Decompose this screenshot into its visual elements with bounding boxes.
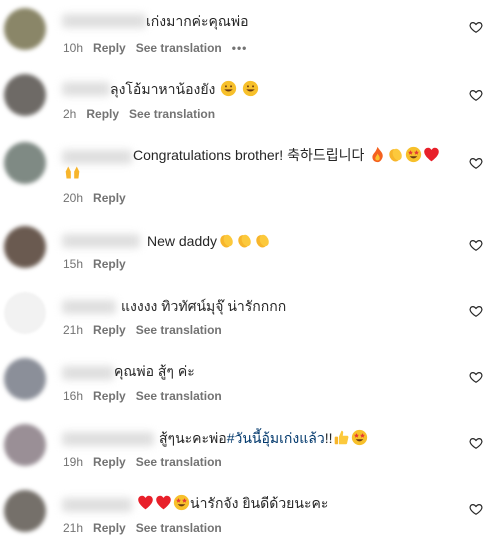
clapping-hands-emoji-icon: [389, 148, 403, 162]
avatar[interactable]: [4, 490, 46, 532]
see-translation-button[interactable]: See translation: [136, 455, 222, 469]
comment-body: New daddy: [147, 233, 218, 249]
comment-meta: 15h Reply: [63, 256, 136, 272]
avatar[interactable]: [4, 424, 46, 466]
timestamp[interactable]: 20h: [63, 191, 83, 205]
star-struck-emoji-icon: [173, 494, 190, 511]
reply-button[interactable]: Reply: [93, 257, 126, 271]
avatar[interactable]: [4, 358, 46, 400]
red-heart-emoji-icon: [424, 147, 440, 162]
timestamp[interactable]: 21h: [63, 521, 83, 535]
avatar[interactable]: [4, 8, 46, 50]
see-translation-button[interactable]: See translation: [136, 323, 222, 337]
comment-text: Congratulations brother! 축하드립니다: [133, 146, 440, 164]
grin-sweat-emoji-icon: [243, 80, 259, 97]
comment-meta: 21h Reply See translation: [63, 322, 232, 338]
comment-text: เก่งมากค่ะคุณพ่อ: [146, 13, 249, 29]
like-heart-icon[interactable]: [469, 502, 483, 516]
avatar[interactable]: [4, 142, 46, 184]
like-heart-icon[interactable]: [469, 436, 483, 450]
username-blurred[interactable]: [62, 366, 114, 380]
comment-body-suffix: !!: [324, 430, 333, 446]
comment-meta: 21h Reply See translation: [63, 520, 232, 536]
comment-text: สู้ๆนะคะพ่อ#วันนี้อุ้มเก่งแล้ว!!: [159, 429, 368, 447]
see-translation-button[interactable]: See translation: [136, 521, 222, 535]
reply-button[interactable]: Reply: [93, 521, 126, 535]
comment-body: Congratulations brother! 축하드립니다: [133, 147, 365, 163]
hashtag-link[interactable]: #วันนี้อุ้มเก่งแล้ว: [227, 430, 325, 446]
comment-body: สู้ๆนะคะพ่อ: [159, 430, 227, 446]
grin-sweat-emoji-icon: [221, 80, 237, 97]
thumbs-up-emoji-icon: [335, 430, 349, 445]
like-heart-icon[interactable]: [469, 238, 483, 252]
avatar[interactable]: [4, 226, 46, 268]
username-blurred[interactable]: [62, 498, 132, 512]
reply-button[interactable]: Reply: [93, 41, 126, 55]
reply-button[interactable]: Reply: [86, 107, 119, 121]
like-heart-icon[interactable]: [469, 304, 483, 318]
red-heart-emoji-icon: [156, 495, 171, 510]
star-struck-emoji-icon: [352, 429, 368, 446]
like-heart-icon[interactable]: [469, 156, 483, 170]
reply-button[interactable]: Reply: [93, 323, 126, 337]
clapping-hands-emoji-icon: [256, 234, 269, 248]
username-blurred[interactable]: [62, 432, 154, 446]
raised-hands-emoji-icon: [65, 166, 80, 179]
comment-meta: 19h Reply See translation: [63, 454, 232, 470]
comment-body: ลุงโอ้มาหาน้องยัง: [110, 81, 216, 97]
comment-meta: 16h Reply See translation: [63, 388, 232, 404]
username-blurred[interactable]: [62, 234, 140, 248]
timestamp[interactable]: 10h: [63, 41, 83, 55]
comment-text: คุณพ่อ สู้ๆ ค่ะ: [114, 363, 195, 379]
fire-emoji-icon: [372, 146, 383, 163]
more-options-icon[interactable]: •••: [232, 41, 248, 55]
comment-text: แงงงง ทิวทัศน์มุจุ๊ น่ารักกกก: [121, 298, 287, 314]
reply-button[interactable]: Reply: [93, 455, 126, 469]
username-blurred[interactable]: [62, 150, 132, 164]
clapping-hands-emoji-icon: [238, 234, 251, 248]
red-heart-emoji-icon: [138, 495, 153, 510]
timestamp[interactable]: 2h: [63, 107, 76, 121]
timestamp[interactable]: 21h: [63, 323, 83, 337]
comment-body: น่ารักจัง ยินดีด้วยนะคะ: [190, 495, 329, 511]
clapping-hands-emoji-icon: [220, 234, 233, 248]
see-translation-button[interactable]: See translation: [136, 41, 222, 55]
comment-text-line2: [63, 164, 81, 182]
comment-text: New daddy: [147, 232, 271, 250]
username-blurred[interactable]: [62, 14, 146, 28]
reply-button[interactable]: Reply: [93, 389, 126, 403]
like-heart-icon[interactable]: [469, 370, 483, 384]
comment-meta: 10h Reply See translation •••: [63, 40, 257, 56]
comment-meta: 2h Reply See translation: [63, 106, 225, 122]
comment-text: ลุงโอ้มาหาน้องยัง: [110, 80, 259, 98]
see-translation-button[interactable]: See translation: [129, 107, 215, 121]
comment-text: น่ารักจัง ยินดีด้วยนะคะ: [136, 494, 328, 512]
like-heart-icon[interactable]: [469, 88, 483, 102]
comment-meta: 20h Reply: [63, 190, 136, 206]
username-blurred[interactable]: [62, 82, 110, 96]
avatar[interactable]: [4, 292, 46, 334]
timestamp[interactable]: 19h: [63, 455, 83, 469]
timestamp[interactable]: 16h: [63, 389, 83, 403]
see-translation-button[interactable]: See translation: [136, 389, 222, 403]
like-heart-icon[interactable]: [469, 20, 483, 34]
star-struck-emoji-icon: [406, 146, 422, 163]
timestamp[interactable]: 15h: [63, 257, 83, 271]
username-blurred[interactable]: [62, 300, 116, 314]
reply-button[interactable]: Reply: [93, 191, 126, 205]
avatar[interactable]: [4, 74, 46, 116]
